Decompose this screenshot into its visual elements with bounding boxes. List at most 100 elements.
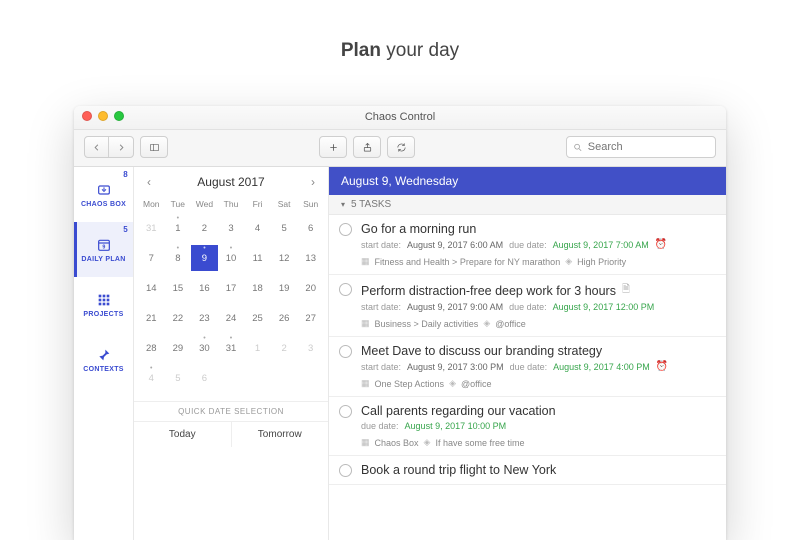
calendar-day[interactable]: 7 <box>138 245 165 271</box>
task-title: Meet Dave to discuss our branding strate… <box>361 344 714 358</box>
task-row[interactable]: Call parents regarding our vacationdue d… <box>329 397 726 456</box>
calendar-day[interactable]: 5 <box>271 215 298 241</box>
next-month-button[interactable]: › <box>304 175 322 189</box>
calendar-day[interactable]: 22 <box>165 305 192 331</box>
calendar-day <box>218 365 245 391</box>
traffic-lights <box>82 111 124 121</box>
weekday-label: Tue <box>165 197 192 211</box>
calendar-day[interactable]: 17 <box>218 275 245 301</box>
calendar-day[interactable]: 20 <box>297 275 324 301</box>
task-checkbox[interactable] <box>339 405 352 418</box>
calendar-day[interactable]: 19 <box>271 275 298 301</box>
calendar-day[interactable]: •10 <box>218 245 245 271</box>
tasks-panel: August 9, Wednesday ▾ 5 TASKS Go for a m… <box>329 167 726 540</box>
task-row[interactable]: Meet Dave to discuss our branding strate… <box>329 337 726 397</box>
calendar-day[interactable]: •4 <box>138 365 165 391</box>
calendar-day[interactable]: 23 <box>191 305 218 331</box>
share-button[interactable] <box>353 136 381 158</box>
sidebar-toggle-button[interactable] <box>140 136 168 158</box>
titlebar: Chaos Control <box>74 106 726 130</box>
calendar-day[interactable]: 31 <box>138 215 165 241</box>
calendar-day[interactable]: 12 <box>271 245 298 271</box>
calendar-day[interactable]: 11 <box>244 245 271 271</box>
calendar-panel: ‹ August 2017 › MonTueWedThuFriSatSun31•… <box>134 167 329 540</box>
calendar-day[interactable]: 29 <box>165 335 192 361</box>
tasks-count-row[interactable]: ▾ 5 TASKS <box>329 195 726 215</box>
calendar-day[interactable]: •8 <box>165 245 192 271</box>
search-icon <box>573 142 583 153</box>
chevron-down-icon: ▾ <box>341 200 345 209</box>
calendar-day[interactable]: 2 <box>191 215 218 241</box>
nav-label: CONTEXTS <box>83 366 124 373</box>
search-input[interactable] <box>588 141 709 153</box>
share-icon <box>362 142 373 153</box>
nav-item-projects[interactable]: PROJECTS <box>74 277 133 332</box>
month-label: August 2017 <box>197 175 264 189</box>
weekday-label: Fri <box>244 197 271 211</box>
calendar-day[interactable]: 24 <box>218 305 245 331</box>
calendar-day[interactable]: 15 <box>165 275 192 301</box>
calendar-day[interactable]: 6 <box>191 365 218 391</box>
calendar-day[interactable]: 5 <box>165 365 192 391</box>
sync-icon <box>396 142 407 153</box>
back-button[interactable] <box>85 137 109 157</box>
close-button[interactable] <box>82 111 92 121</box>
forward-button[interactable] <box>109 137 133 157</box>
calendar-day[interactable]: 27 <box>297 305 324 331</box>
calendar-day[interactable]: 21 <box>138 305 165 331</box>
calendar-day[interactable]: 1 <box>244 335 271 361</box>
nav-item-daily-plan[interactable]: 59DAILY PLAN <box>74 222 133 277</box>
quick-date-tomorrow[interactable]: Tomorrow <box>232 421 329 447</box>
calendar-day[interactable]: 26 <box>271 305 298 331</box>
task-path: Fitness and Health > Prepare for NY mara… <box>375 257 561 267</box>
task-row[interactable]: Go for a morning runstart date:August 9,… <box>329 215 726 275</box>
plus-icon <box>328 142 339 153</box>
calendar-day[interactable]: •31 <box>218 335 245 361</box>
calendar-day[interactable]: 13 <box>297 245 324 271</box>
task-row[interactable]: Book a round trip flight to New York <box>329 456 726 485</box>
sync-button[interactable] <box>387 136 415 158</box>
weekday-label: Mon <box>138 197 165 211</box>
tag-icon: ◈ <box>565 256 572 267</box>
prev-month-button[interactable]: ‹ <box>140 175 158 189</box>
task-checkbox[interactable] <box>339 464 352 477</box>
task-tag: If have some free time <box>435 438 524 448</box>
nav-item-contexts[interactable]: CONTEXTS <box>74 332 133 387</box>
task-checkbox[interactable] <box>339 223 352 236</box>
task-row[interactable]: Perform distraction-free deep work for 3… <box>329 275 726 337</box>
calendar-day <box>244 365 271 391</box>
sidebar-icon <box>149 142 160 153</box>
calendar-day[interactable]: 2 <box>271 335 298 361</box>
calendar-day[interactable]: 28 <box>138 335 165 361</box>
folder-icon: ▦ <box>361 437 370 448</box>
calendar-day[interactable]: 16 <box>191 275 218 301</box>
quick-date-today[interactable]: Today <box>134 421 232 447</box>
grid-icon <box>96 292 112 308</box>
task-title: Perform distraction-free deep work for 3… <box>361 282 714 299</box>
calendar-day[interactable]: 3 <box>297 335 324 361</box>
nav-item-chaos-box[interactable]: 8CHAOS BOX <box>74 167 133 222</box>
task-checkbox[interactable] <box>339 283 352 296</box>
add-button[interactable] <box>319 136 347 158</box>
chevron-left-icon <box>91 142 102 153</box>
svg-text:9: 9 <box>102 244 105 250</box>
calendar-day[interactable]: 3 <box>218 215 245 241</box>
calendar-grid: MonTueWedThuFriSatSun31•1234567•8•9•1011… <box>134 197 328 391</box>
search-field[interactable] <box>566 136 716 158</box>
calendar-day[interactable]: 18 <box>244 275 271 301</box>
minimize-button[interactable] <box>98 111 108 121</box>
calendar-day[interactable]: 6 <box>297 215 324 241</box>
nav-label: PROJECTS <box>83 311 123 318</box>
calendar-day[interactable]: •30 <box>191 335 218 361</box>
calendar-day[interactable]: 4 <box>244 215 271 241</box>
calendar-day[interactable]: •9 <box>191 245 218 271</box>
nav-label: DAILY PLAN <box>81 256 125 263</box>
pin-icon <box>96 347 112 363</box>
calendar-day[interactable]: 14 <box>138 275 165 301</box>
calendar-day[interactable]: •1 <box>165 215 192 241</box>
task-checkbox[interactable] <box>339 345 352 358</box>
task-path: Chaos Box <box>375 438 419 448</box>
maximize-button[interactable] <box>114 111 124 121</box>
calendar-day[interactable]: 25 <box>244 305 271 331</box>
weekday-label: Sun <box>297 197 324 211</box>
